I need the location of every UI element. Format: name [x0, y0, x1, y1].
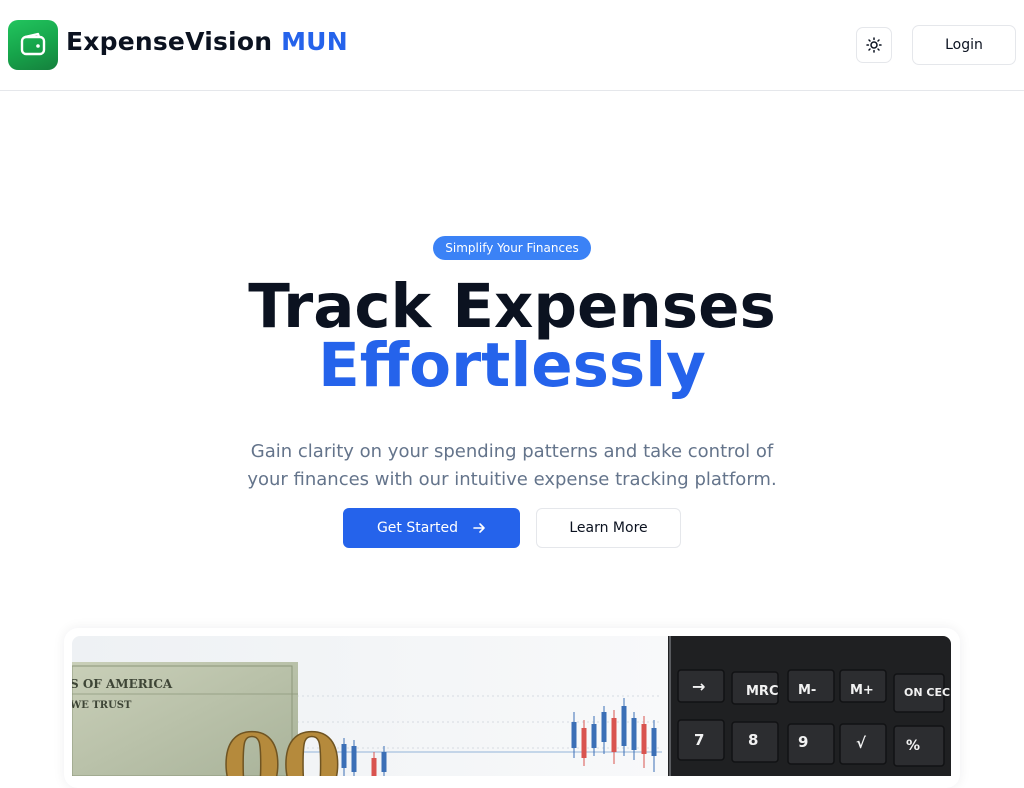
banknote-text-1: S OF AMERICA — [72, 677, 173, 691]
hero-badge: Simplify Your Finances — [433, 236, 591, 260]
banknote-text-2: WE TRUST — [72, 700, 132, 711]
hero-headline-line2: Effortlessly — [318, 330, 706, 401]
calc-key-arrow: → — [692, 677, 705, 696]
sun-icon — [866, 37, 882, 53]
get-started-label: Get Started — [376, 520, 459, 536]
calc-key-mrc: MRC — [746, 684, 779, 699]
theme-toggle-button[interactable] — [856, 27, 892, 63]
calc-key-sqrt: √ — [856, 734, 867, 752]
arrow-right-icon — [473, 523, 485, 533]
calc-key-percent: % — [906, 738, 920, 754]
get-started-button[interactable]: Get Started — [343, 508, 520, 548]
hero-image: S OF AMERICA WE TRUST 00 → MRC M- M+ ON … — [72, 636, 951, 776]
learn-more-button[interactable]: Learn More — [536, 508, 681, 548]
finance-photo: S OF AMERICA WE TRUST 00 → MRC M- M+ ON … — [72, 636, 951, 776]
brand-accent: MUN — [281, 27, 348, 56]
login-button[interactable]: Login — [912, 25, 1016, 65]
calc-key-9: 9 — [798, 733, 808, 751]
wallet-icon[interactable] — [8, 20, 58, 70]
banknote-value: 00 — [222, 716, 342, 776]
calc-key-7: 7 — [694, 731, 704, 749]
calc-key-8: 8 — [748, 731, 758, 749]
calc-key-m-minus: M- — [798, 683, 816, 698]
calc-key-m-plus: M+ — [850, 683, 874, 698]
hero-subtitle: Gain clarity on your spending patterns a… — [247, 441, 777, 490]
calc-key-on-cec: ON CEC — [904, 686, 950, 699]
top-navbar: ExpenseVision MUN Login — [0, 0, 1024, 91]
brand-title[interactable]: ExpenseVision MUN — [66, 27, 348, 56]
brand-name: ExpenseVision — [66, 27, 273, 56]
